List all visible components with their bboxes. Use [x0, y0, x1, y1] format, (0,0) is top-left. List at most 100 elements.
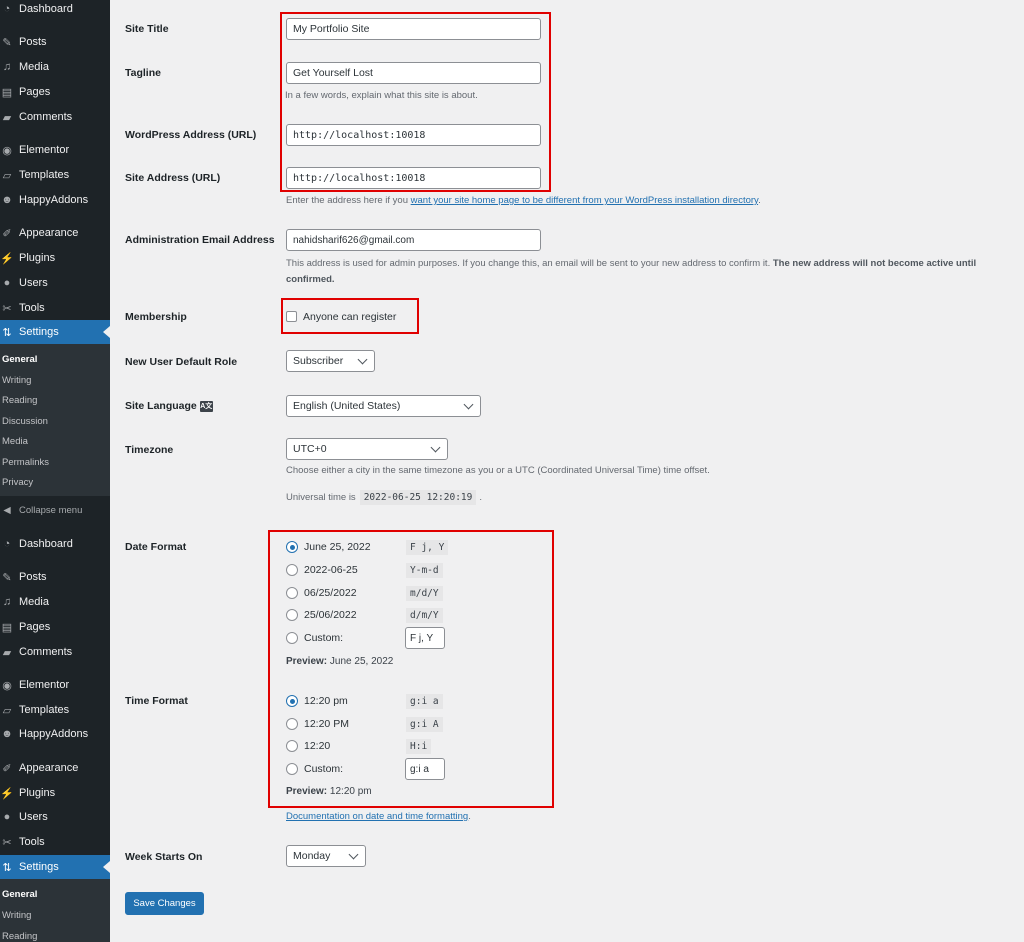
sidebar-item-happyaddons[interactable]: ☻ HappyAddons — [0, 188, 110, 212]
media-icon: ♫ — [2, 61, 12, 73]
date-format-option[interactable]: 2022-06-25 — [286, 561, 358, 579]
time-format-option[interactable]: 12:20 pm — [286, 692, 348, 710]
site-language-select[interactable]: English (United States) — [286, 395, 481, 417]
date-time-doc-link[interactable]: Documentation on date and time formattin… — [286, 811, 468, 822]
sidebar-item-plugins[interactable]: ⚡ Plugins — [0, 246, 110, 270]
happy-face-icon: ☻ — [1, 194, 13, 206]
chevron-down-icon — [348, 849, 359, 859]
date-format-option[interactable]: June 25, 2022 — [286, 538, 371, 556]
sidebar-item-dashboard[interactable]: ◔ Dashboard — [0, 0, 110, 21]
week-starts-select[interactable]: Monday — [286, 845, 366, 867]
date-format-custom-input[interactable]: F j, Y — [405, 627, 445, 649]
submenu-writing-2[interactable]: Writing — [2, 910, 31, 921]
submenu-general[interactable]: General — [2, 354, 37, 365]
sidebar-item-media[interactable]: ♫ Media — [0, 55, 110, 79]
sidebar-item-users-2[interactable]: ● Users — [0, 805, 110, 829]
sidebar-item-appearance-2[interactable]: ✐ Appearance — [0, 756, 110, 780]
date-format-option[interactable]: 25/06/2022 — [286, 606, 357, 624]
radio-button[interactable] — [286, 587, 298, 599]
site-address-input[interactable]: http://localhost:10018 — [286, 167, 541, 189]
time-format-custom-input[interactable]: g:i a — [405, 758, 445, 780]
time-format-option[interactable]: 12:20 PM — [286, 715, 349, 733]
date-format-option[interactable]: 06/25/2022 — [286, 584, 357, 602]
sidebar-item-happyaddons-2[interactable]: ☻ HappyAddons — [0, 722, 110, 746]
sidebar-item-comments-2[interactable]: ▰ Comments — [0, 640, 110, 664]
save-changes-button[interactable]: Save Changes — [125, 892, 204, 915]
happy-face-icon: ☻ — [1, 728, 13, 740]
sidebar-item-media-2[interactable]: ♫ Media — [0, 590, 110, 614]
elementor-icon: ◉ — [2, 679, 12, 692]
tagline-description: In a few words, explain what this site i… — [285, 90, 478, 101]
pin-icon: ✎ — [2, 571, 12, 584]
radio-button[interactable] — [286, 740, 298, 752]
time-format-code: g:i a — [406, 694, 443, 709]
timezone-description: Choose either a city in the same timezon… — [286, 465, 710, 476]
radio-button[interactable] — [286, 632, 298, 644]
pin-icon: ✎ — [2, 36, 12, 49]
wrench-icon: ✂ — [2, 836, 12, 849]
sidebar-item-settings[interactable]: ⇅ Settings — [0, 320, 110, 344]
sidebar-item-settings-2[interactable]: ⇅ Settings — [0, 855, 110, 879]
submenu-general-2[interactable]: General — [2, 889, 37, 900]
sidebar-item-templates[interactable]: ▱ Templates — [0, 163, 110, 187]
date-format-code: F j, Y — [406, 540, 449, 555]
sidebar-item-appearance[interactable]: ✐ Appearance — [0, 221, 110, 245]
sidebar-item-comments[interactable]: ▰ Comments — [0, 105, 110, 129]
sidebar-item-posts[interactable]: ✎ Posts — [0, 30, 110, 54]
submenu-discussion[interactable]: Discussion — [2, 416, 48, 427]
dashboard-icon: ◔ — [3, 538, 11, 550]
submenu-permalinks[interactable]: Permalinks — [2, 457, 49, 468]
folder-icon: ▱ — [2, 704, 12, 717]
sidebar-item-templates-2[interactable]: ▱ Templates — [0, 698, 110, 722]
anyone-can-register-checkbox[interactable] — [286, 311, 297, 322]
settings-submenu: General Writing Reading Discussion Media… — [0, 344, 110, 496]
site-title-input[interactable]: My Portfolio Site — [286, 18, 541, 40]
radio-button[interactable] — [286, 718, 298, 730]
chevron-down-icon — [357, 354, 368, 364]
user-icon: ● — [3, 811, 11, 823]
time-format-option[interactable]: 12:20 — [286, 737, 330, 755]
settings-submenu-2: General Writing Reading — [0, 879, 110, 942]
sidebar-item-posts-2[interactable]: ✎ Posts — [0, 565, 110, 589]
submenu-reading-2[interactable]: Reading — [2, 931, 37, 942]
date-format-code: m/d/Y — [406, 586, 443, 601]
radio-button[interactable] — [286, 609, 298, 621]
settings-icon: ⇅ — [2, 861, 12, 874]
date-format-label: Date Format — [125, 541, 187, 553]
admin-email-label: Administration Email Address — [125, 234, 275, 246]
timezone-select[interactable]: UTC+0 — [286, 438, 448, 460]
sidebar-item-dashboard-2[interactable]: ◔ Dashboard — [0, 532, 110, 556]
sidebar-item-tools-2[interactable]: ✂ Tools — [0, 830, 110, 854]
site-title-label: Site Title — [125, 23, 169, 35]
default-role-select[interactable]: Subscriber — [286, 350, 375, 372]
submenu-writing[interactable]: Writing — [2, 375, 31, 386]
sidebar-item-users[interactable]: ● Users — [0, 271, 110, 295]
sidebar-item-pages-2[interactable]: ▤ Pages — [0, 615, 110, 639]
time-format-custom-option[interactable]: Custom: — [286, 760, 343, 778]
date-format-custom-option[interactable]: Custom: — [286, 629, 343, 647]
radio-button[interactable] — [286, 541, 298, 553]
site-address-help-link[interactable]: want your site home page to be different… — [411, 195, 758, 206]
sidebar-item-plugins-2[interactable]: ⚡ Plugins — [0, 781, 110, 805]
admin-email-input[interactable]: nahidsharif626@gmail.com — [286, 229, 541, 251]
submenu-reading[interactable]: Reading — [2, 395, 37, 406]
anyone-can-register-label[interactable]: Anyone can register — [303, 311, 396, 323]
wp-address-input[interactable]: http://localhost:10018 — [286, 124, 541, 146]
universal-time: Universal time is 2022-06-25 12:20:19. — [286, 490, 482, 505]
folder-icon: ▱ — [2, 169, 12, 182]
radio-button[interactable] — [286, 763, 298, 775]
tagline-input[interactable]: Get Yourself Lost — [286, 62, 541, 84]
sidebar-item-elementor[interactable]: ◉ Elementor — [0, 138, 110, 162]
sidebar-item-tools[interactable]: ✂ Tools — [0, 296, 110, 320]
date-format-code: Y-m-d — [406, 563, 443, 578]
sidebar-item-pages[interactable]: ▤ Pages — [0, 80, 110, 104]
submenu-media[interactable]: Media — [2, 436, 28, 447]
radio-button[interactable] — [286, 695, 298, 707]
radio-button[interactable] — [286, 564, 298, 576]
date-format-code: d/m/Y — [406, 608, 443, 623]
sidebar-item-elementor-2[interactable]: ◉ Elementor — [0, 673, 110, 697]
collapse-menu-button[interactable]: ◀ Collapse menu — [0, 505, 82, 515]
time-format-code: H:i — [406, 739, 432, 754]
user-icon: ● — [3, 277, 11, 289]
submenu-privacy[interactable]: Privacy — [2, 477, 33, 488]
